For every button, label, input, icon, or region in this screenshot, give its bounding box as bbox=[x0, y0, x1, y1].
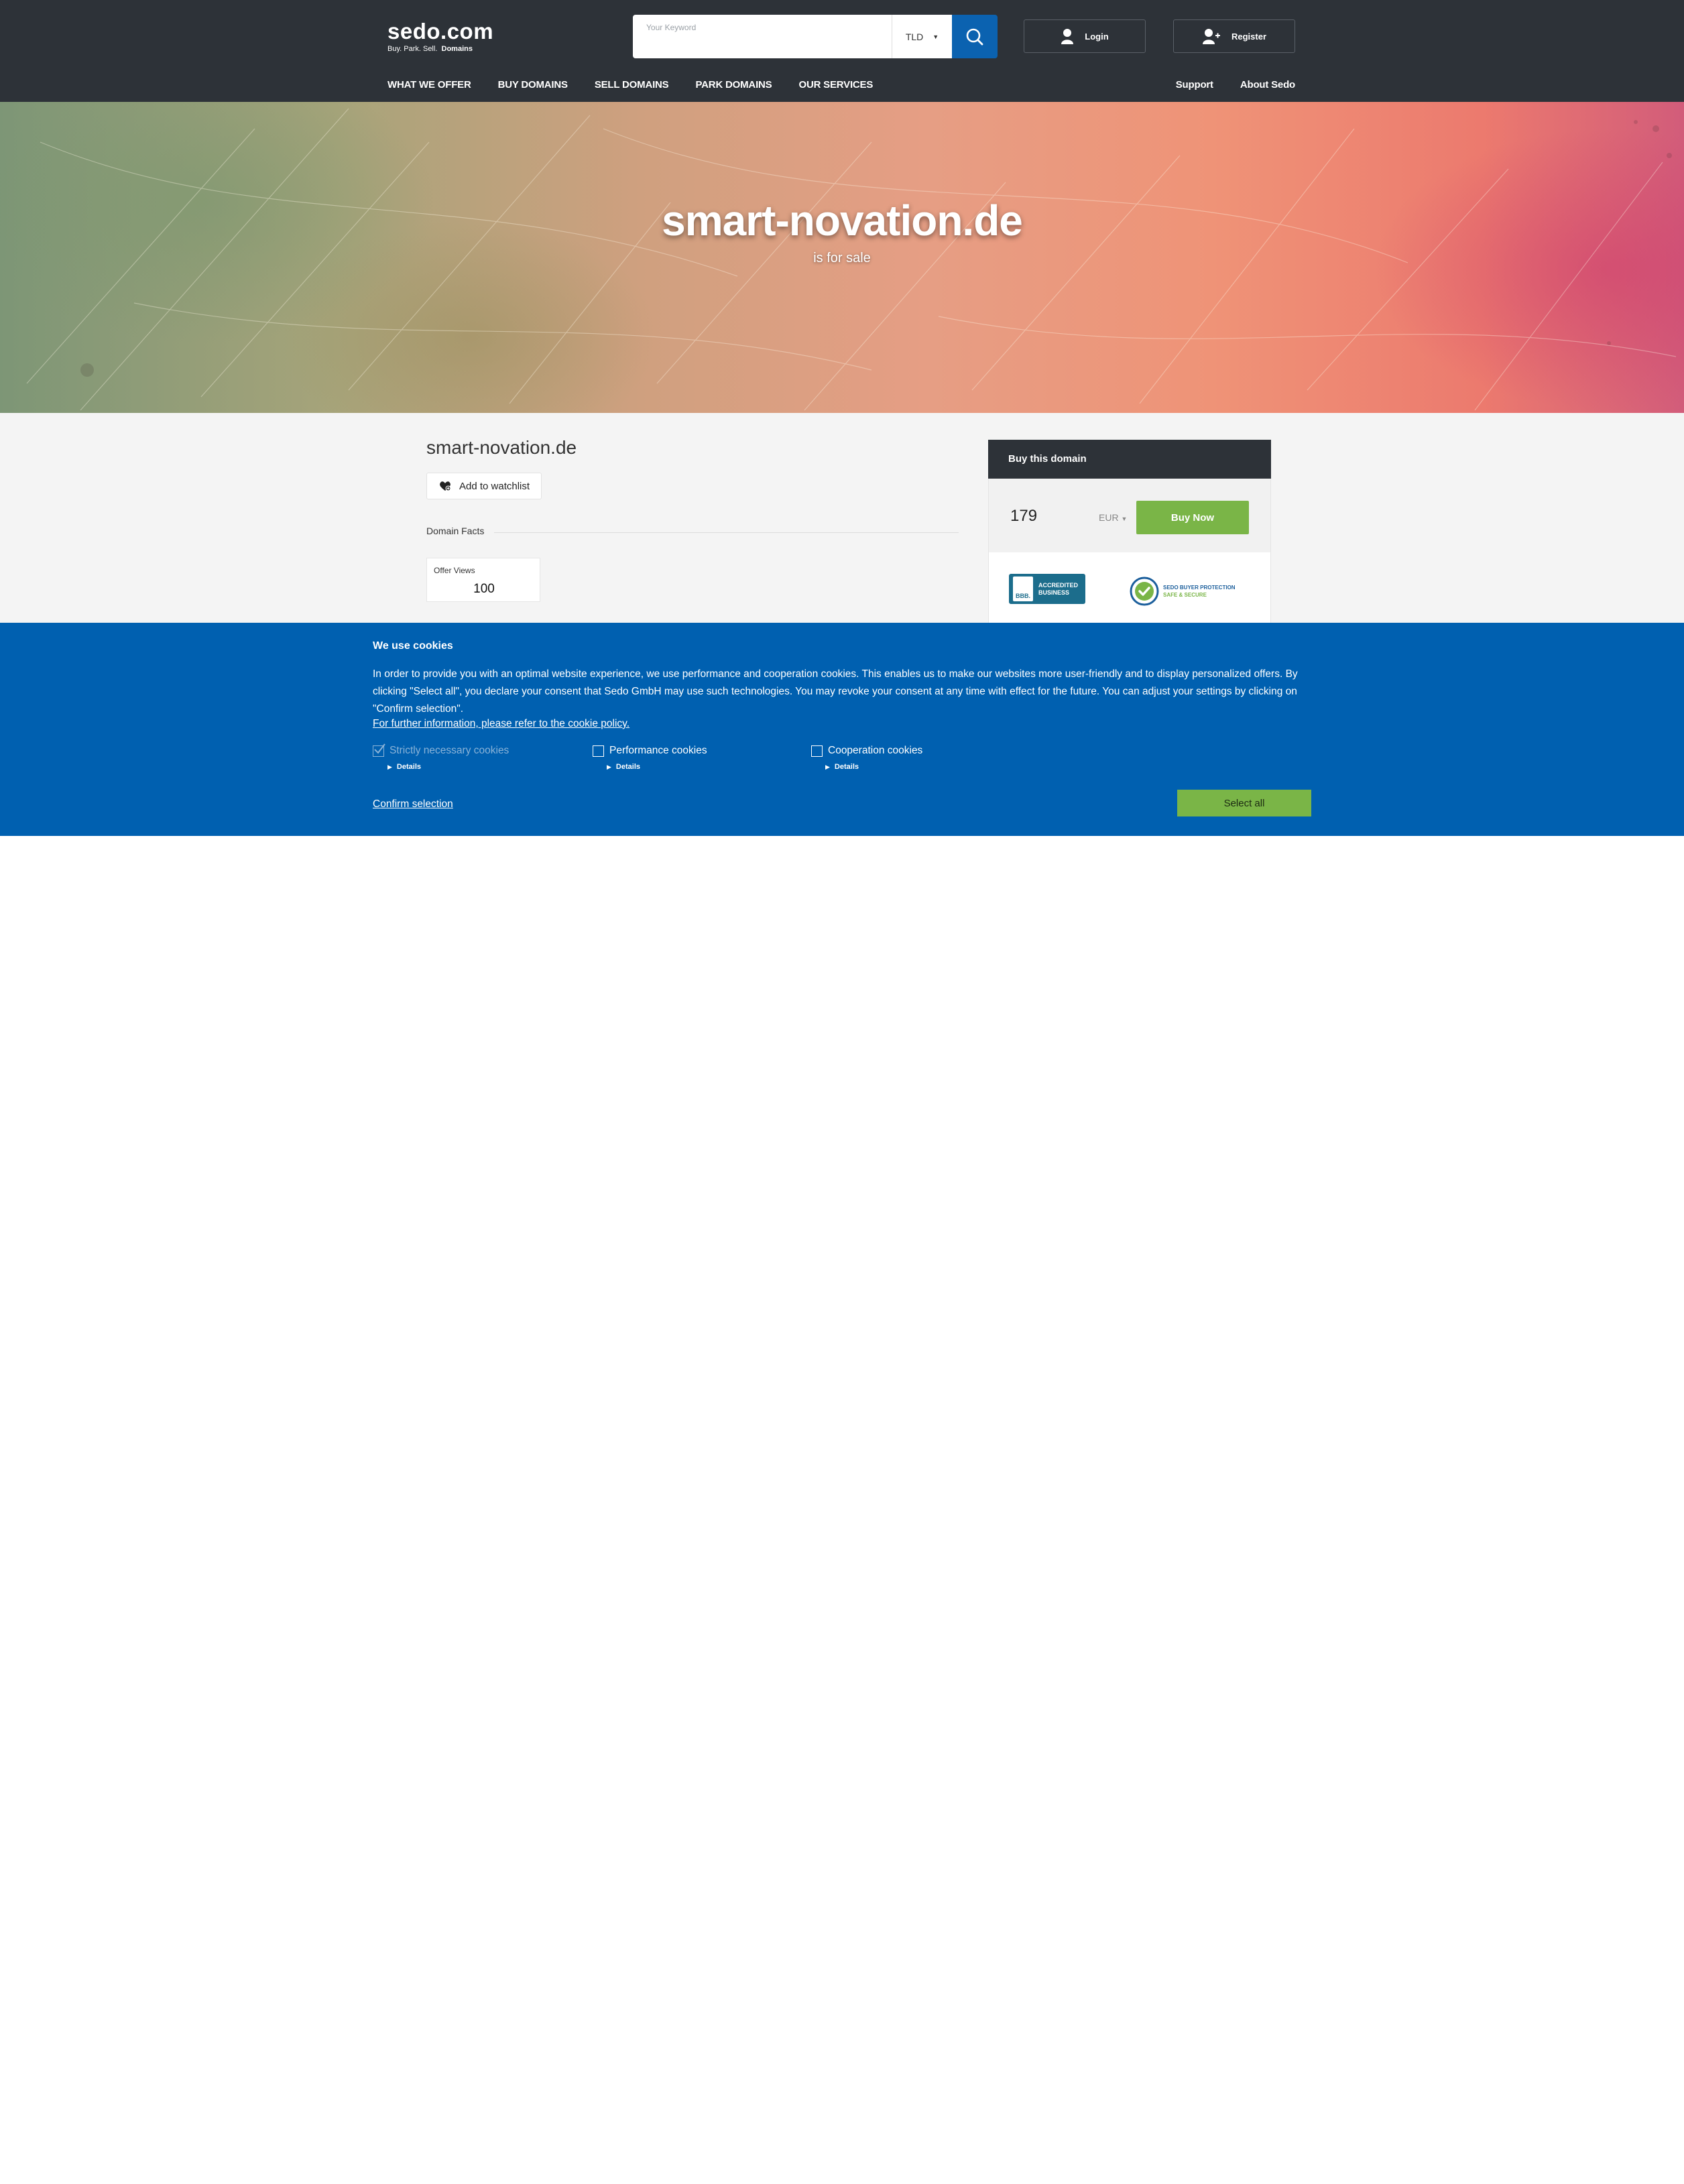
cookie-option-label: Cooperation cookies bbox=[828, 745, 923, 756]
details-toggle[interactable]: ▶ Details bbox=[825, 763, 859, 771]
secondary-nav: Support About Sedo bbox=[1176, 79, 1295, 90]
cookie-title: We use cookies bbox=[373, 640, 453, 652]
domain-facts-heading: Domain Facts bbox=[426, 526, 485, 536]
nav-buy-domains[interactable]: BUY DOMAINS bbox=[498, 79, 568, 93]
nav-about-sedo[interactable]: About Sedo bbox=[1240, 79, 1295, 90]
details-toggle[interactable]: ▶ Details bbox=[607, 763, 640, 771]
nav-sell-domains[interactable]: SELL DOMAINS bbox=[595, 79, 669, 93]
select-all-button[interactable]: Select all bbox=[1177, 790, 1311, 816]
cookie-text: In order to provide you with an optimal … bbox=[373, 668, 1298, 715]
protection-line-2: SAFE & SECURE bbox=[1163, 592, 1207, 598]
cookie-option-label: Performance cookies bbox=[609, 745, 707, 756]
register-label: Register bbox=[1231, 31, 1267, 42]
fact-value: 100 bbox=[473, 582, 495, 596]
login-button[interactable]: Login bbox=[1024, 19, 1146, 53]
currency-label: EUR bbox=[1099, 512, 1119, 523]
details-label: Details bbox=[834, 763, 859, 771]
logo-wordmark: sedo.com bbox=[387, 19, 494, 44]
triangle-right-icon: ▶ bbox=[607, 763, 611, 770]
confirm-selection-link[interactable]: Confirm selection bbox=[373, 798, 453, 810]
details-label: Details bbox=[396, 763, 421, 771]
watchlist-label: Add to watchlist bbox=[459, 480, 530, 492]
buy-panel-heading: Buy this domain bbox=[988, 440, 1271, 479]
main-nav: WHAT WE OFFER BUY DOMAINS SELL DOMAINS P… bbox=[387, 79, 873, 93]
nav-support[interactable]: Support bbox=[1176, 79, 1213, 90]
cookie-option-strictly-necessary: Strictly necessary cookies bbox=[373, 743, 509, 757]
search-icon bbox=[966, 28, 983, 45]
bbb-line-1: ACCREDITED bbox=[1038, 581, 1079, 589]
shield-check-icon bbox=[1130, 577, 1159, 606]
main-content bbox=[0, 413, 1684, 623]
price-row: 179 EUR ▼ Buy Now bbox=[988, 479, 1271, 552]
price-value: 179 bbox=[1010, 507, 1038, 525]
buyer-protection-text: SEDO BUYER PROTECTION SAFE & SECURE bbox=[1163, 584, 1236, 599]
user-icon bbox=[1061, 29, 1074, 44]
checkbox-checked bbox=[373, 743, 385, 757]
tld-dropdown[interactable]: TLD ▼ bbox=[892, 15, 952, 58]
bbb-accredited-badge[interactable]: BBB. ACCREDITED BUSINESS bbox=[1009, 574, 1085, 604]
buyer-protection-badge[interactable]: SEDO BUYER PROTECTION SAFE & SECURE bbox=[1130, 577, 1236, 606]
bbb-text: ACCREDITED BUSINESS bbox=[1038, 582, 1078, 597]
triangle-right-icon: ▶ bbox=[825, 763, 830, 770]
nav-park-domains[interactable]: PARK DOMAINS bbox=[695, 79, 772, 93]
nav-our-services[interactable]: OUR SERVICES bbox=[798, 79, 873, 93]
trust-badges: BBB. ACCREDITED BUSINESS SEDO BUYER PROT… bbox=[988, 552, 1271, 623]
logo-tagline-bold: Domains bbox=[441, 45, 473, 53]
buy-now-button[interactable]: Buy Now bbox=[1136, 501, 1249, 534]
cookie-option-performance[interactable]: Performance cookies bbox=[593, 745, 707, 757]
protection-line-1: SEDO BUYER PROTECTION bbox=[1163, 585, 1236, 591]
search-input[interactable]: Your Keyword bbox=[633, 15, 929, 58]
tld-label: TLD bbox=[905, 31, 924, 42]
top-header: sedo.com Buy. Park. Sell. Domains Your K… bbox=[0, 0, 1684, 102]
triangle-right-icon: ▶ bbox=[387, 763, 392, 770]
sedo-logo[interactable]: sedo.com Buy. Park. Sell. Domains bbox=[387, 20, 493, 54]
details-label: Details bbox=[615, 763, 640, 771]
fact-label: Offer Views bbox=[434, 566, 475, 575]
register-button[interactable]: Register bbox=[1173, 19, 1295, 53]
bbb-line-2: BUSINESS bbox=[1038, 589, 1070, 596]
logo-tagline: Buy. Park. Sell. Domains bbox=[387, 44, 493, 54]
search-button[interactable] bbox=[952, 15, 998, 58]
hero-subtitle: is for sale bbox=[813, 251, 871, 265]
checkbox[interactable] bbox=[593, 745, 604, 757]
buy-panel: Buy this domain 179 EUR ▼ Buy Now BBB. A… bbox=[988, 440, 1271, 623]
chevron-down-icon: ▼ bbox=[933, 33, 939, 40]
login-label: Login bbox=[1085, 31, 1109, 42]
listing-domain-name: smart-novation.de bbox=[426, 437, 577, 458]
fact-card-offer-views: Offer Views 100 bbox=[426, 558, 540, 602]
details-toggle[interactable]: ▶ Details bbox=[387, 763, 421, 771]
search-placeholder: Your Keyword bbox=[646, 23, 697, 32]
hero-domain-title: smart-novation.de bbox=[662, 196, 1023, 245]
cookie-policy-link[interactable]: For further information, please refer to… bbox=[373, 718, 629, 730]
cookie-banner: We use cookies In order to provide you w… bbox=[0, 623, 1684, 836]
checkmark-icon bbox=[374, 743, 385, 754]
cookie-option-cooperation[interactable]: Cooperation cookies bbox=[811, 745, 922, 757]
logo-tagline-plain: Buy. Park. Sell. bbox=[387, 45, 438, 53]
checkbox[interactable] bbox=[811, 745, 823, 757]
currency-dropdown[interactable]: EUR ▼ bbox=[1099, 512, 1127, 523]
bbb-logo-icon: BBB. bbox=[1013, 577, 1033, 601]
heart-icon bbox=[440, 481, 451, 491]
divider bbox=[494, 532, 959, 533]
cookie-option-label: Strictly necessary cookies bbox=[389, 745, 509, 756]
chevron-down-icon: ▼ bbox=[1121, 515, 1128, 522]
add-user-icon bbox=[1202, 29, 1220, 44]
hero-banner: smart-novation.de is for sale bbox=[0, 102, 1684, 413]
nav-what-we-offer[interactable]: WHAT WE OFFER bbox=[387, 79, 471, 93]
add-to-watchlist-button[interactable]: Add to watchlist bbox=[426, 473, 542, 499]
